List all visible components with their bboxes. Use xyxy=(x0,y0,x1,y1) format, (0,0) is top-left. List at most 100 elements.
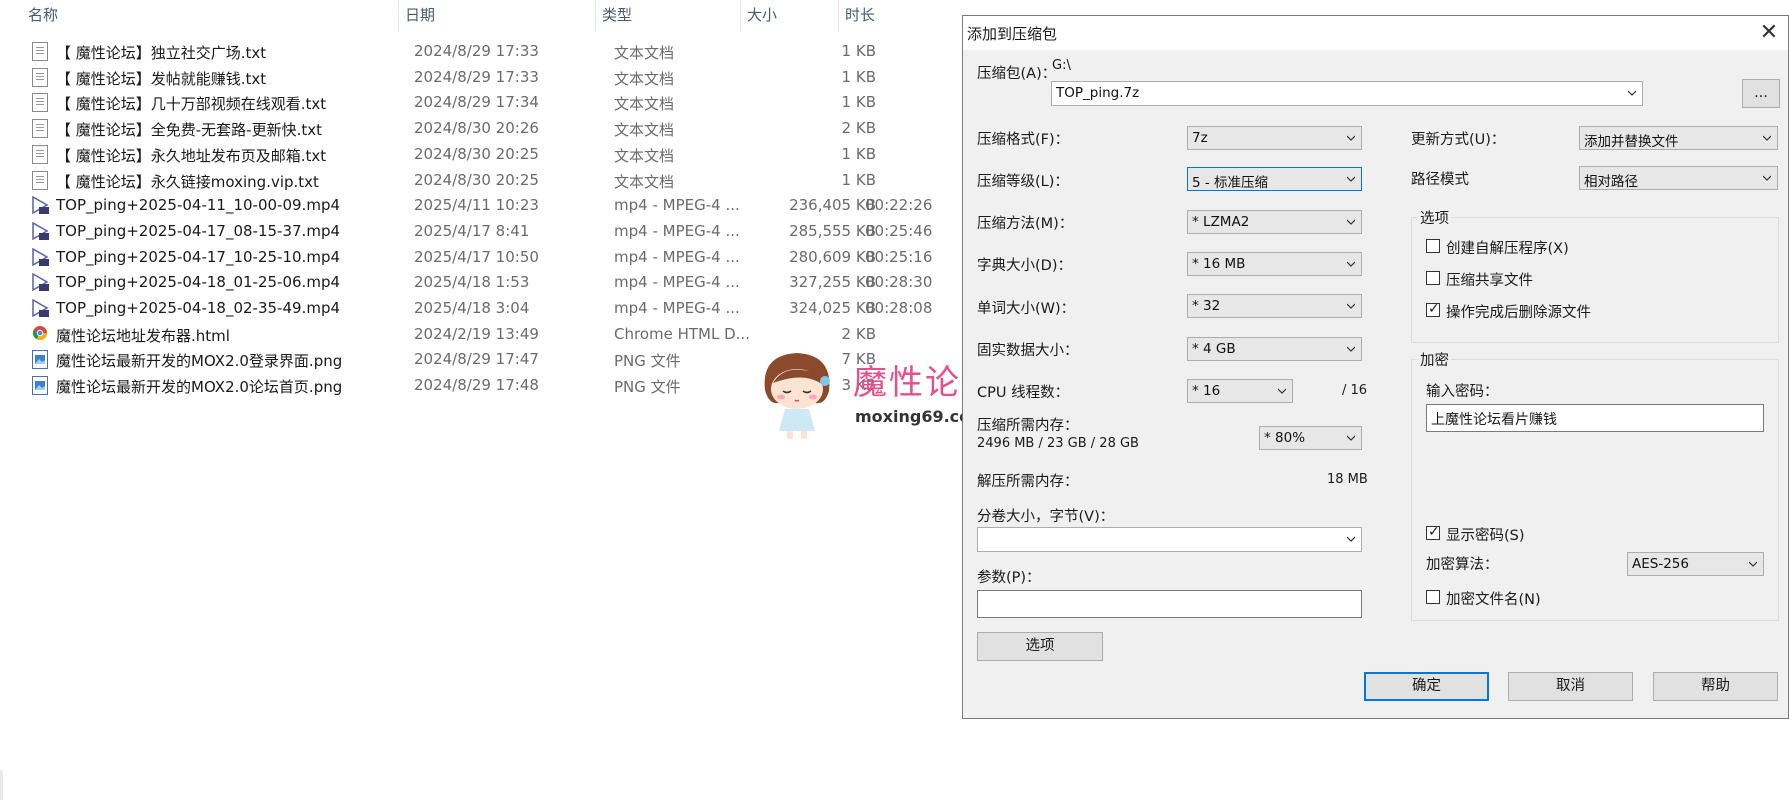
mem-compress-detail: 2496 MB / 23 GB / 28 GB xyxy=(977,436,1139,451)
close-icon[interactable]: ✕ xyxy=(1752,18,1786,48)
file-row[interactable]: 【 魔性论坛】发帖就能赚钱.txt 2024/8/29 17:33 文本文档 1 KB xyxy=(28,64,988,91)
file-name: 魔性论坛最新开发的MOX2.0论坛首页.png xyxy=(56,378,343,397)
file-date: 2025/4/17 10:50 xyxy=(414,247,539,266)
path-mode-value: 相对路径 xyxy=(1584,174,1638,190)
path-mode-label: 路径模式 xyxy=(1411,172,1469,188)
dict-value: * 16 MB xyxy=(1192,256,1246,272)
file-date: 2025/4/18 3:04 xyxy=(414,299,530,317)
scroll-edge xyxy=(0,770,3,800)
video-file-icon xyxy=(32,273,49,292)
file-name: TOP_ping+2025-04-18_02-35-49.mp4 xyxy=(56,299,341,317)
file-size: 236,405 KB xyxy=(789,196,876,215)
options-group: 选项 创建自解压程序(X) 压缩共享文件 ✓ 操作完成后删除源文件 xyxy=(1411,207,1779,343)
file-type: mp4 - MPEG-4 ... xyxy=(614,299,740,317)
archive-name-value: TOP_ping.7z xyxy=(1056,85,1140,101)
file-size: 1 KB xyxy=(841,42,876,60)
encryption-method-select[interactable]: AES-256 xyxy=(1627,552,1764,576)
file-type: mp4 - MPEG-4 ... xyxy=(614,196,740,215)
cartoon-girl-icon xyxy=(764,353,830,439)
method-value: * LZMA2 xyxy=(1192,214,1250,230)
column-header-type[interactable]: 类型 xyxy=(602,4,632,28)
chevron-down-icon xyxy=(1347,219,1355,225)
chevron-down-icon xyxy=(1347,346,1355,352)
chevron-down-icon xyxy=(1749,561,1757,567)
method-label: 压缩方法(M)： xyxy=(977,216,1074,232)
ok-button[interactable]: 确定 xyxy=(1364,672,1489,701)
column-header-name[interactable]: 名称 xyxy=(28,4,58,28)
file-date: 2025/4/11 10:23 xyxy=(414,196,539,215)
file-size: 1 KB xyxy=(841,144,876,163)
file-type: Chrome HTML D... xyxy=(614,324,750,343)
file-duration: 00:25:16 xyxy=(865,247,933,266)
column-separator[interactable] xyxy=(838,0,839,32)
file-size: 324,025 KB xyxy=(789,299,876,317)
file-row[interactable]: TOP_ping+2025-04-17_08-15-37.mp4 2025/4/1… xyxy=(28,218,988,245)
volume-label: 分卷大小，字节(V)： xyxy=(977,509,1115,525)
chevron-down-icon xyxy=(1278,388,1286,394)
cpu-select[interactable]: * 16 xyxy=(1187,379,1293,403)
file-row[interactable]: TOP_ping+2025-04-18_02-35-49.mp4 2025/4/1… xyxy=(28,295,988,322)
archive-label: 压缩包(A)： xyxy=(977,66,1057,82)
archive-name-combo[interactable]: TOP_ping.7z xyxy=(1051,81,1643,106)
options-button[interactable]: 选项 xyxy=(977,632,1103,661)
image-file-icon xyxy=(32,376,48,396)
file-row[interactable]: TOP_ping+2025-04-11_10-00-09.mp4 2025/4/1… xyxy=(28,192,988,219)
chrome-html-icon xyxy=(32,325,48,344)
password-input[interactable]: 上魔性论坛看片赚钱 xyxy=(1426,404,1764,432)
update-mode-value: 添加并替换文件 xyxy=(1584,134,1679,150)
mem-usage-select[interactable]: * 80% xyxy=(1259,426,1362,450)
word-select[interactable]: * 32 xyxy=(1187,294,1362,318)
column-separator[interactable] xyxy=(398,0,399,32)
dialog-titlebar[interactable]: 添加到压缩包 ✕ xyxy=(963,16,1788,50)
method-select[interactable]: * LZMA2 xyxy=(1187,210,1362,234)
mem-usage-value: * 80% xyxy=(1264,430,1306,446)
cancel-button[interactable]: 取消 xyxy=(1508,672,1633,701)
file-size: 285,555 KB xyxy=(789,221,876,240)
browse-button[interactable]: ... xyxy=(1742,79,1780,108)
column-separator[interactable] xyxy=(740,0,741,32)
checkmark-icon: ✓ xyxy=(1428,524,1440,540)
text-file-icon xyxy=(32,170,48,190)
encryption-method-value: AES-256 xyxy=(1632,556,1689,572)
help-button[interactable]: 帮助 xyxy=(1653,672,1778,701)
volume-size-combo[interactable] xyxy=(977,527,1362,552)
file-row[interactable]: 魔性论坛地址发布器.html 2024/2/19 13:49 Chrome HTML… xyxy=(28,321,988,348)
file-type: 文本文档 xyxy=(614,172,675,191)
file-row[interactable]: 【 魔性论坛】独立社交广场.txt 2024/8/29 17:33 文本文档 1 KB xyxy=(28,38,988,65)
dict-select[interactable]: * 16 MB xyxy=(1187,252,1362,276)
column-header-date[interactable]: 日期 xyxy=(405,4,435,28)
file-row[interactable]: TOP_ping+2025-04-18_01-25-06.mp4 2025/4/1… xyxy=(28,269,988,296)
text-file-icon xyxy=(32,119,48,139)
file-row[interactable]: 【 魔性论坛】几十万部视频在线观看.txt 2024/8/29 17:34 文本文档… xyxy=(28,89,988,116)
file-row[interactable]: TOP_ping+2025-04-17_10-25-10.mp4 2025/4/1… xyxy=(28,244,988,271)
file-duration: 00:25:46 xyxy=(865,221,933,240)
column-header-size[interactable]: 大小 xyxy=(747,4,777,28)
file-name: 【 魔性论坛】永久链接moxing.vip.txt xyxy=(56,172,319,191)
file-date: 2024/8/30 20:26 xyxy=(414,119,539,138)
update-mode-select[interactable]: 添加并替换文件 xyxy=(1579,126,1778,150)
solid-select[interactable]: * 4 GB xyxy=(1187,337,1362,361)
image-file-icon xyxy=(32,350,48,370)
file-date: 2024/8/29 17:33 xyxy=(414,67,539,86)
shared-files-label: 压缩共享文件 xyxy=(1446,273,1533,289)
mem-decompress-label: 解压所需内存： xyxy=(977,474,1079,490)
column-separator[interactable] xyxy=(595,0,596,32)
params-input[interactable] xyxy=(977,590,1362,618)
file-type: mp4 - MPEG-4 ... xyxy=(614,273,740,292)
column-header-duration[interactable]: 时长 xyxy=(845,4,875,28)
file-row[interactable]: 【 魔性论坛】永久地址发布页及邮箱.txt 2024/8/30 20:25 文本文档… xyxy=(28,141,988,168)
format-value: 7z xyxy=(1192,130,1208,146)
video-file-icon xyxy=(32,247,49,267)
chevron-down-icon xyxy=(1763,175,1771,181)
file-date: 2024/8/29 17:48 xyxy=(414,376,539,395)
file-row[interactable]: 【 魔性论坛】全免费-无套路-更新快.txt 2024/8/30 20:26 文本文… xyxy=(28,115,988,142)
file-row[interactable]: 【 魔性论坛】永久链接moxing.vip.txt 2024/8/30 20:25… xyxy=(28,167,988,194)
file-duration: 00:28:08 xyxy=(865,299,933,317)
path-mode-select[interactable]: 相对路径 xyxy=(1579,166,1778,190)
file-date: 2025/4/17 8:41 xyxy=(414,221,530,240)
level-select[interactable]: 5 - 标准压缩 xyxy=(1187,167,1362,191)
watermark: 魔性论坛 moxing69.com xyxy=(755,345,995,445)
format-select[interactable]: 7z xyxy=(1187,126,1362,150)
word-value: * 32 xyxy=(1192,298,1221,314)
file-type: mp4 - MPEG-4 ... xyxy=(614,221,740,240)
